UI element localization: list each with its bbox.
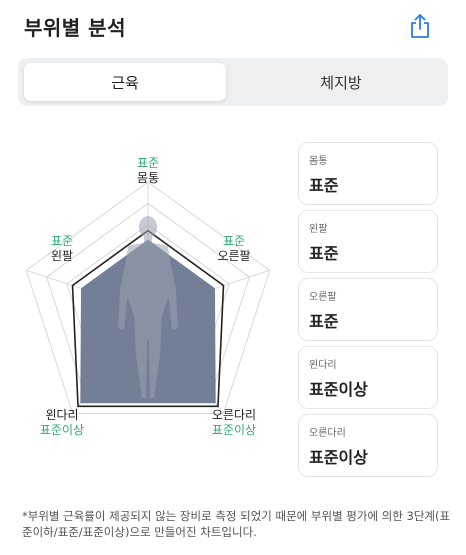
card-label: 오른팔: [309, 292, 337, 303]
axis-name: 왼다리: [45, 408, 79, 422]
axis-label-right-arm: 표준 오른팔: [204, 234, 264, 264]
card-label: 왼다리: [309, 360, 337, 371]
tab-body-fat[interactable]: 체지방: [240, 63, 442, 101]
footnote: *부위별 근육률이 제공되지 않는 장비로 측정 되었기 때문에 부위별 평가에…: [22, 509, 451, 539]
axis-label-trunk: 표준 몸통: [118, 156, 178, 186]
card-trunk[interactable]: 몸통 표준: [298, 142, 438, 205]
axis-level: 표준이상: [211, 423, 257, 437]
axis-label-left-leg: 왼다리 표준이상: [30, 408, 94, 438]
axis-name: 왼팔: [50, 249, 74, 263]
radar-chart: 표준 몸통 표준 왼팔 표준 오른팔 왼다리 표준이상 오른다리 표준이상: [0, 140, 296, 450]
segmented-control: 근육 체지방: [18, 58, 448, 106]
card-value: 표준이상: [309, 448, 368, 467]
axis-name: 몸통: [136, 171, 160, 185]
axis-name: 오른다리: [211, 408, 257, 422]
header: 부위별 분석: [0, 0, 466, 54]
axis-level: 표준이상: [39, 423, 85, 437]
card-value: 표준: [309, 244, 339, 263]
axis-level: 표준: [136, 156, 160, 170]
share-icon[interactable]: [408, 13, 432, 39]
axis-level: 표준: [222, 234, 246, 248]
card-left-leg[interactable]: 왼다리 표준이상: [298, 346, 438, 409]
card-right-arm[interactable]: 오른팔 표준: [298, 278, 438, 341]
axis-name: 오른팔: [217, 249, 251, 263]
axis-label-left-arm: 표준 왼팔: [32, 234, 92, 264]
card-left-arm[interactable]: 왼팔 표준: [298, 210, 438, 273]
card-right-leg[interactable]: 오른다리 표준이상: [298, 414, 438, 477]
card-label: 오른다리: [309, 428, 346, 439]
axis-label-right-leg: 오른다리 표준이상: [202, 408, 266, 438]
tab-muscle[interactable]: 근육: [24, 63, 226, 101]
radar-svg: [25, 181, 271, 415]
card-label: 몸통: [309, 156, 328, 167]
card-value: 표준: [309, 176, 339, 195]
card-value: 표준: [309, 312, 339, 331]
card-label: 왼팔: [309, 224, 328, 235]
page-title: 부위별 분석: [24, 16, 126, 40]
axis-level: 표준: [50, 234, 74, 248]
card-value: 표준이상: [309, 380, 368, 399]
